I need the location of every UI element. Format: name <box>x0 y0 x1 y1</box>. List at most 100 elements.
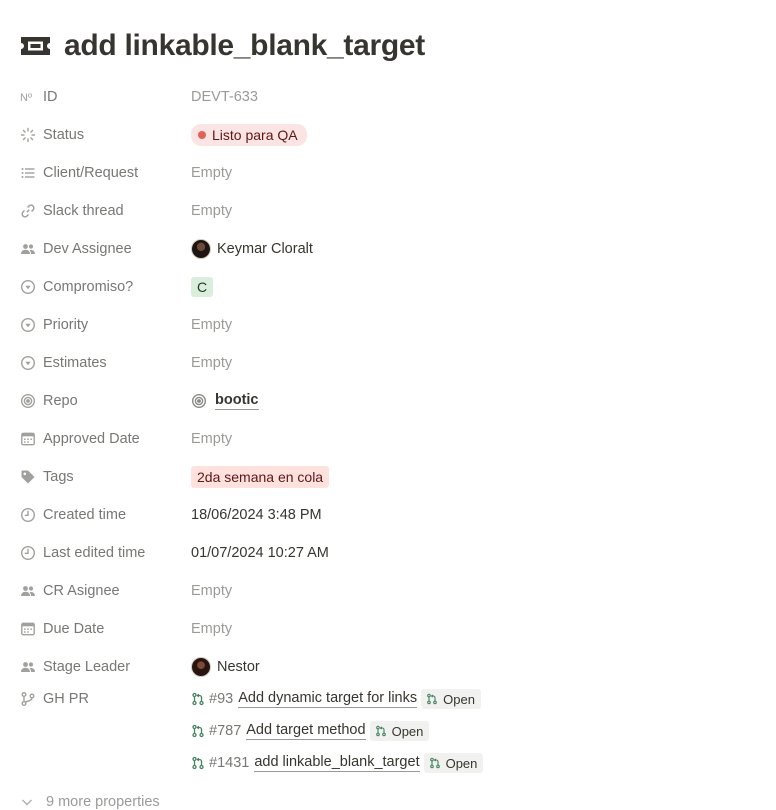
property-value[interactable]: Empty <box>191 165 232 181</box>
property-value[interactable]: bootic <box>191 392 259 410</box>
property-label: GH PR <box>43 691 89 707</box>
properties-list: Nº ID DEVT-633 Status Listo para QA Client/Re… <box>20 78 760 779</box>
property-name[interactable]: Status <box>20 127 191 143</box>
empty-placeholder: Empty <box>191 355 233 371</box>
property-value[interactable]: Empty <box>191 203 232 219</box>
property-value[interactable]: Empty <box>191 355 232 371</box>
tag-icon <box>20 469 36 485</box>
property-name[interactable]: Compromiso? <box>20 279 191 295</box>
property-value[interactable]: Empty <box>191 621 232 637</box>
tag-chip[interactable]: 2da semana en cola <box>191 466 330 488</box>
more-properties-toggle[interactable]: 9 more properties <box>20 794 160 810</box>
property-name[interactable]: Last edited time <box>20 545 191 561</box>
pull-request-icon <box>191 756 205 770</box>
pr-state-label: Open <box>445 755 478 771</box>
status-dot-icon <box>198 131 206 139</box>
property-text: 18/06/2024 3:48 PM <box>191 507 322 523</box>
pr-item[interactable]: #93 Add dynamic target for links Open <box>191 683 483 715</box>
pr-title-link[interactable]: Add target method <box>246 722 366 740</box>
relation-link[interactable]: bootic <box>215 392 259 410</box>
select-icon <box>20 317 36 333</box>
property-row-gh-pr: GH PR #93 Add dynamic target for links Open… <box>20 680 760 779</box>
property-name[interactable]: Client/Request <box>20 165 191 181</box>
property-name[interactable]: CR Asignee <box>20 583 191 599</box>
people-icon <box>20 241 36 257</box>
select-tag[interactable]: C <box>191 277 213 297</box>
status-badge[interactable]: Listo para QA <box>191 124 307 146</box>
people-icon <box>20 583 36 599</box>
select-icon <box>20 355 36 371</box>
property-value[interactable]: Empty <box>191 431 232 447</box>
property-value[interactable]: Empty <box>191 583 232 599</box>
property-row-priority: Priority Empty <box>20 306 760 344</box>
pr-state-label: Open <box>391 723 424 739</box>
more-properties-label: 9 more properties <box>46 794 160 810</box>
pull-request-icon <box>375 725 387 737</box>
property-value[interactable]: 18/06/2024 3:48 PM <box>191 507 322 523</box>
pull-request-icon <box>426 693 438 705</box>
pr-number: #787 <box>209 723 242 739</box>
pr-title-link[interactable]: add linkable_blank_target <box>254 754 420 772</box>
property-name[interactable]: Nº ID <box>20 89 191 105</box>
page-title[interactable]: add linkable_blank_target <box>64 29 425 63</box>
property-label: ID <box>43 89 58 105</box>
property-name[interactable]: Repo <box>20 393 191 409</box>
empty-placeholder: Empty <box>191 165 233 181</box>
page-header: add linkable_blank_target <box>20 26 425 66</box>
property-label: Estimates <box>43 355 107 371</box>
clock-icon <box>20 507 36 523</box>
people-icon <box>20 659 36 675</box>
property-value[interactable]: Nestor <box>191 657 260 677</box>
property-name[interactable]: Due Date <box>20 621 191 637</box>
property-name[interactable]: Approved Date <box>20 431 191 447</box>
property-value[interactable]: Listo para QA <box>191 124 307 146</box>
property-name[interactable]: Priority <box>20 317 191 333</box>
svg-text:Nº: Nº <box>20 92 32 104</box>
property-row-dev-assignee: Dev Assignee Keymar Cloralt <box>20 230 760 268</box>
ticket-icon[interactable] <box>20 34 52 58</box>
property-label: Stage Leader <box>43 659 131 675</box>
property-row-slack-thread: Slack thread Empty <box>20 192 760 230</box>
property-name[interactable]: GH PR <box>20 680 191 718</box>
property-row-tags: Tags 2da semana en cola <box>20 458 760 496</box>
status-icon <box>20 127 36 143</box>
property-name[interactable]: Estimates <box>20 355 191 371</box>
avatar <box>191 239 211 259</box>
pr-item[interactable]: #1431 add linkable_blank_target Open <box>191 747 484 779</box>
property-name[interactable]: Created time <box>20 507 191 523</box>
number-icon: Nº <box>20 89 36 105</box>
pr-item[interactable]: #787 Add target method Open <box>191 715 483 747</box>
property-value[interactable]: DEVT-633 <box>191 89 258 105</box>
property-value[interactable]: Empty <box>191 317 232 333</box>
pr-title-link[interactable]: Add dynamic target for links <box>238 690 418 708</box>
calendar-icon <box>20 621 36 637</box>
status-label: Listo para QA <box>212 127 298 143</box>
property-name[interactable]: Slack thread <box>20 203 191 219</box>
property-row-client-request: Client/Request Empty <box>20 154 760 192</box>
property-label: Approved Date <box>43 431 140 447</box>
property-row-created-time: Created time 18/06/2024 3:48 PM <box>20 496 760 534</box>
person-name: Nestor <box>217 659 260 675</box>
empty-placeholder: Empty <box>191 203 233 219</box>
property-row-estimates: Estimates Empty <box>20 344 760 382</box>
property-value[interactable]: C <box>191 277 213 297</box>
property-text: 01/07/2024 10:27 AM <box>191 545 329 561</box>
pr-number: #1431 <box>209 755 250 771</box>
chevron-down-icon <box>20 795 34 809</box>
property-name[interactable]: Tags <box>20 469 191 485</box>
property-row-approved-date: Approved Date Empty <box>20 420 760 458</box>
property-name[interactable]: Dev Assignee <box>20 241 191 257</box>
property-value[interactable]: Keymar Cloralt <box>191 239 313 259</box>
pr-number: #93 <box>209 691 234 707</box>
property-label: Tags <box>43 469 74 485</box>
property-row-cr-asignee: CR Asignee Empty <box>20 572 760 610</box>
property-value[interactable]: 2da semana en cola <box>191 466 330 488</box>
property-row-id: Nº ID DEVT-633 <box>20 78 760 116</box>
property-label: Dev Assignee <box>43 241 132 257</box>
pull-request-icon <box>191 724 205 738</box>
clock-icon <box>20 545 36 561</box>
id-value: DEVT-633 <box>191 89 258 105</box>
avatar <box>191 657 211 677</box>
property-name[interactable]: Stage Leader <box>20 659 191 675</box>
property-value[interactable]: 01/07/2024 10:27 AM <box>191 545 329 561</box>
